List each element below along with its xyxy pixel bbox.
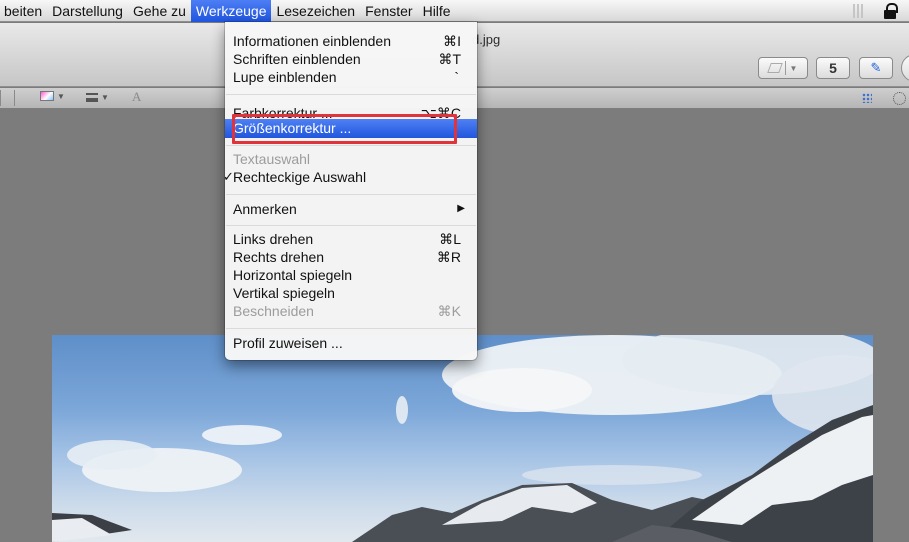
menu-item-label: Links drehen xyxy=(233,231,314,247)
menubar-status-area xyxy=(853,0,909,22)
menu-item-label: Rechteckige Auswahl xyxy=(233,169,367,185)
color-swatch-icon xyxy=(40,91,54,101)
menu-item-horizontal-spiegeln[interactable]: Horizontal spiegeln xyxy=(225,266,477,284)
line-style-button[interactable]: ▼ xyxy=(86,93,109,102)
markup-popup-button[interactable]: ▼ xyxy=(758,57,808,79)
annotate-button[interactable]: ✎ xyxy=(859,57,893,79)
menu-item-label: Informationen einblenden xyxy=(233,33,392,49)
rotate-button[interactable]: 5 xyxy=(816,57,850,79)
menu-separator xyxy=(226,94,476,95)
menu-item-links-drehen[interactable]: Links drehen ⌘L xyxy=(225,230,477,248)
toolbar-divider xyxy=(14,90,15,106)
menu-item-rechteckige-auswahl[interactable]: ✓ Rechteckige Auswahl xyxy=(223,168,477,186)
menu-separator xyxy=(226,194,476,195)
line-style-icon xyxy=(86,93,98,102)
font-button[interactable]: A xyxy=(132,89,141,105)
menu-darstellung[interactable]: Darstellung xyxy=(47,0,128,22)
chevron-down-icon: ▼ xyxy=(101,93,109,102)
menu-item-shortcut: ⌘I xyxy=(443,33,461,49)
circle-select-button[interactable] xyxy=(893,92,906,105)
menu-item-label: Vertikal spiegeln xyxy=(233,285,335,301)
chevron-down-icon: ▼ xyxy=(57,91,65,101)
menu-item-label: Schriften einblenden xyxy=(233,51,361,67)
menu-item-shortcut: ⌘R xyxy=(436,249,461,265)
menu-item-shortcut: ` xyxy=(454,69,459,85)
circle-icon xyxy=(893,92,906,105)
menu-item-label: Horizontal spiegeln xyxy=(233,267,353,283)
menu-item-rechts-drehen[interactable]: Rechts drehen ⌘R xyxy=(225,248,477,266)
menu-lesezeichen[interactable]: Lesezeichen xyxy=(271,0,360,22)
button-divider xyxy=(784,61,786,75)
menu-fenster[interactable]: Fenster xyxy=(360,0,417,22)
mountain-scene-image xyxy=(52,335,873,542)
menu-item-shortcut: ⌘K xyxy=(437,303,461,319)
menu-separator xyxy=(226,145,476,146)
menu-item-shortcut: ⌘T xyxy=(438,51,461,67)
pen-icon xyxy=(766,63,783,73)
menu-item-textauswahl: Textauswahl xyxy=(225,150,477,168)
submenu-arrow-icon: ▶ xyxy=(457,203,465,214)
menu-separator xyxy=(226,328,476,329)
color-picker-button[interactable]: ▼ xyxy=(40,91,65,101)
menu-werkzeuge[interactable]: Werkzeuge xyxy=(190,0,272,22)
lock-icon[interactable] xyxy=(883,3,898,19)
mountain-photo[interactable] xyxy=(52,335,873,542)
rotate-icon: 5 xyxy=(829,60,837,76)
menu-item-beschneiden: Beschneiden ⌘K xyxy=(225,302,477,320)
werkzeuge-dropdown-menu: Informationen einblenden ⌘I Schriften ei… xyxy=(223,22,477,360)
menu-item-shortcut: ⌘L xyxy=(439,231,461,247)
menu-item-label: Lupe einblenden xyxy=(233,69,337,85)
pencil-icon: ✎ xyxy=(870,60,882,75)
chevron-down-icon: ▼ xyxy=(789,63,798,73)
menu-item-label: Textauswahl xyxy=(233,151,311,167)
grid-dots-icon xyxy=(862,93,872,103)
menu-item-anmerken[interactable]: Anmerken ▶ xyxy=(225,200,477,218)
menu-gehe-zu[interactable]: Gehe zu xyxy=(128,0,191,22)
menu-item-schriften-einblenden[interactable]: Schriften einblenden ⌘T xyxy=(225,50,477,68)
grip-icon xyxy=(853,4,865,18)
font-icon: A xyxy=(132,89,142,104)
menu-item-vertikal-spiegeln[interactable]: Vertikal spiegeln xyxy=(225,284,477,302)
menu-item-lupe-einblenden[interactable]: Lupe einblenden ` xyxy=(225,68,477,86)
menu-item-label: Profil zuweisen ... xyxy=(233,335,343,351)
grid-button[interactable] xyxy=(862,93,872,103)
menu-item-informationen-einblenden[interactable]: Informationen einblenden ⌘I xyxy=(225,32,477,50)
menu-item-label: Rechts drehen xyxy=(233,249,325,265)
menu-item-label: Beschneiden xyxy=(233,303,314,319)
menu-item-label: Anmerken xyxy=(233,201,297,217)
menu-item-profil-zuweisen[interactable]: Profil zuweisen ... xyxy=(225,334,477,352)
menu-bearbeiten[interactable]: beiten xyxy=(0,0,47,22)
highlight-callout-box xyxy=(232,114,457,144)
menu-bar: beiten Darstellung Gehe zu Werkzeuge Les… xyxy=(0,0,909,22)
search-round-button[interactable] xyxy=(901,54,909,82)
menu-separator xyxy=(226,225,476,226)
toolbar-divider xyxy=(0,90,1,106)
menu-hilfe[interactable]: Hilfe xyxy=(418,0,456,22)
